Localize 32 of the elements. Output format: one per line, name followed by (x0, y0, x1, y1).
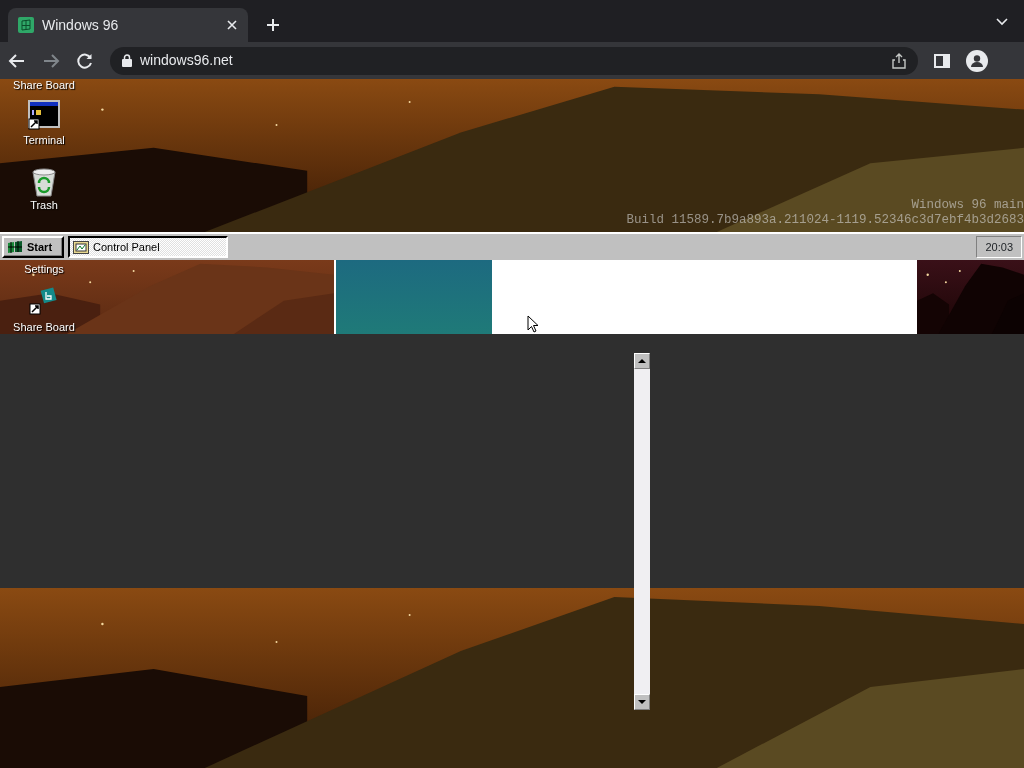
address-bar[interactable]: windows96.net (110, 46, 918, 75)
close-icon[interactable] (226, 19, 238, 31)
icon-label[interactable]: Terminal (23, 132, 65, 149)
new-tab-icon[interactable] (266, 18, 280, 32)
down-arrow-icon (638, 700, 646, 704)
tab-title: Windows 96 (42, 15, 120, 35)
terminal-icon[interactable] (28, 100, 60, 132)
start-button[interactable]: Start (2, 236, 64, 258)
icon-label[interactable]: Share Board (13, 79, 75, 94)
scroll-down-button[interactable] (634, 694, 650, 710)
watermark-text: Windows 96 main (910, 198, 1024, 213)
taskbar-button[interactable]: Control Panel (68, 236, 228, 258)
site-icon (18, 17, 34, 33)
icon-label[interactable]: Settings (24, 261, 64, 278)
share-icon[interactable] (892, 52, 906, 69)
watermark-text: Build 11589.7b9a893a.211024-1119.52346c3d7ebf4b3d2683 (626, 213, 1024, 228)
clock: 20:03 (976, 236, 1022, 258)
lock-icon (122, 54, 132, 67)
forward-icon[interactable] (42, 51, 60, 70)
scrollbar[interactable] (634, 353, 650, 710)
reload-icon[interactable] (76, 51, 94, 70)
profile-icon[interactable] (966, 49, 988, 72)
scroll-up-button[interactable] (634, 353, 650, 369)
back-icon[interactable] (8, 51, 26, 70)
control-panel-icon (73, 240, 89, 254)
url-text: windows96.net (140, 51, 234, 70)
side-panel-icon[interactable] (934, 52, 950, 69)
up-arrow-icon (638, 359, 646, 363)
browser-tab[interactable]: Windows 96 (8, 8, 248, 42)
windows-logo-icon (7, 240, 23, 254)
chevron-down-icon[interactable] (996, 18, 1008, 26)
icon-label[interactable]: Trash (30, 197, 58, 214)
